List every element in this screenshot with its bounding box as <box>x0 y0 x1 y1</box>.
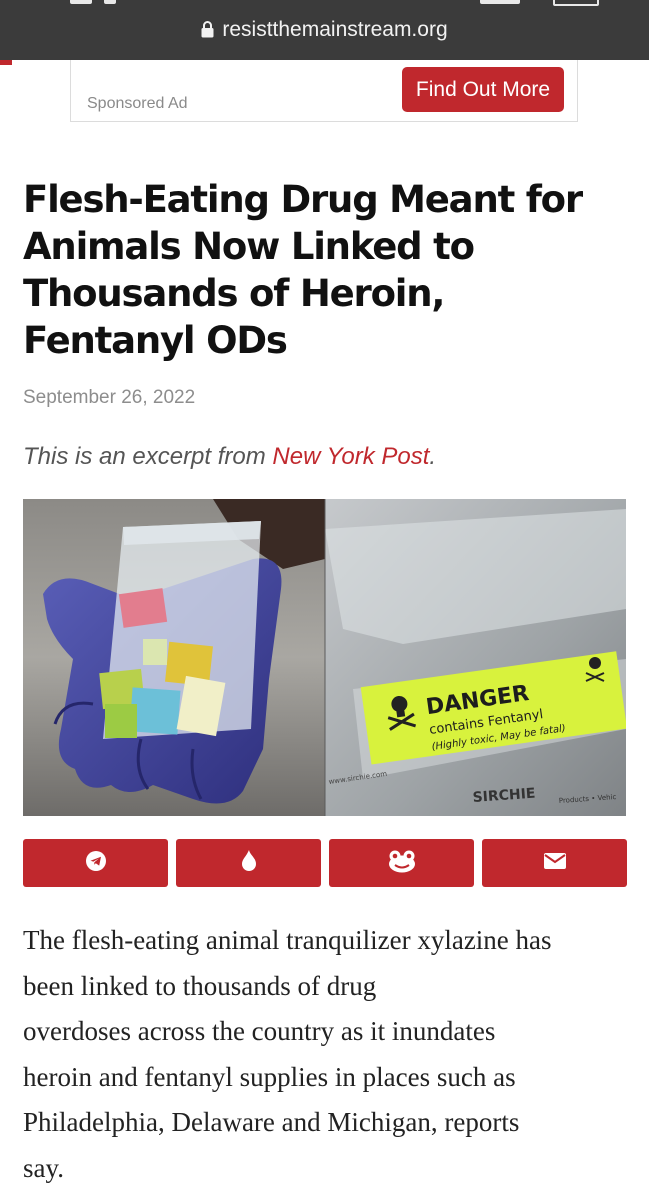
frog-icon <box>387 849 417 878</box>
telegram-icon <box>85 850 107 877</box>
battery-icon <box>553 0 599 6</box>
article-date: September 26, 2022 <box>23 387 196 408</box>
excerpt-suffix: . <box>429 443 437 470</box>
lock-icon <box>201 20 214 44</box>
body-line: been linked to thousands of drug <box>23 970 377 1001</box>
sponsored-ad[interactable]: Sponsored Ad Find Out More <box>70 60 578 122</box>
find-out-more-button[interactable]: Find Out More <box>402 67 564 112</box>
fire-icon <box>241 849 257 878</box>
source-link[interactable]: New York Post <box>272 443 429 470</box>
share-telegram-button[interactable] <box>23 839 168 887</box>
browser-top-bar: resistthemainstream.org <box>0 0 649 60</box>
article-headline: Flesh-Eating Drug Meant for Animals Now … <box>23 178 583 362</box>
body-line: overdoses across the country as it inund… <box>23 1016 496 1046</box>
address-bar[interactable]: resistthemainstream.org <box>0 18 649 44</box>
status-bar-fragment <box>70 0 92 4</box>
article-body: The flesh-eating animal tranquilizer xyl… <box>23 918 623 1191</box>
body-line: The flesh-eating animal tranquilizer xyl… <box>23 925 552 955</box>
status-bar-fragment <box>104 0 116 4</box>
body-line: Philadelphia, Delaware and Michigan, rep… <box>23 1107 520 1137</box>
share-mail-button[interactable] <box>482 839 627 887</box>
mail-icon <box>543 852 566 874</box>
ad-label: Sponsored Ad <box>87 95 188 112</box>
share-frog-button[interactable] <box>329 839 474 887</box>
status-bar-fragment <box>480 0 520 4</box>
share-fire-button[interactable] <box>176 839 321 887</box>
body-line: say. <box>23 1152 64 1183</box>
excerpt-prefix: This is an excerpt from <box>23 443 273 470</box>
body-line: heroin and fentanyl supplies in places s… <box>23 1061 516 1092</box>
accent-strip <box>0 60 12 65</box>
article-photo: DANGER contains Fentanyl (Highly toxic, … <box>23 499 626 816</box>
url-text: resistthemainstream.org <box>222 18 448 41</box>
excerpt-note: This is an excerpt from New York Post. <box>23 443 436 471</box>
